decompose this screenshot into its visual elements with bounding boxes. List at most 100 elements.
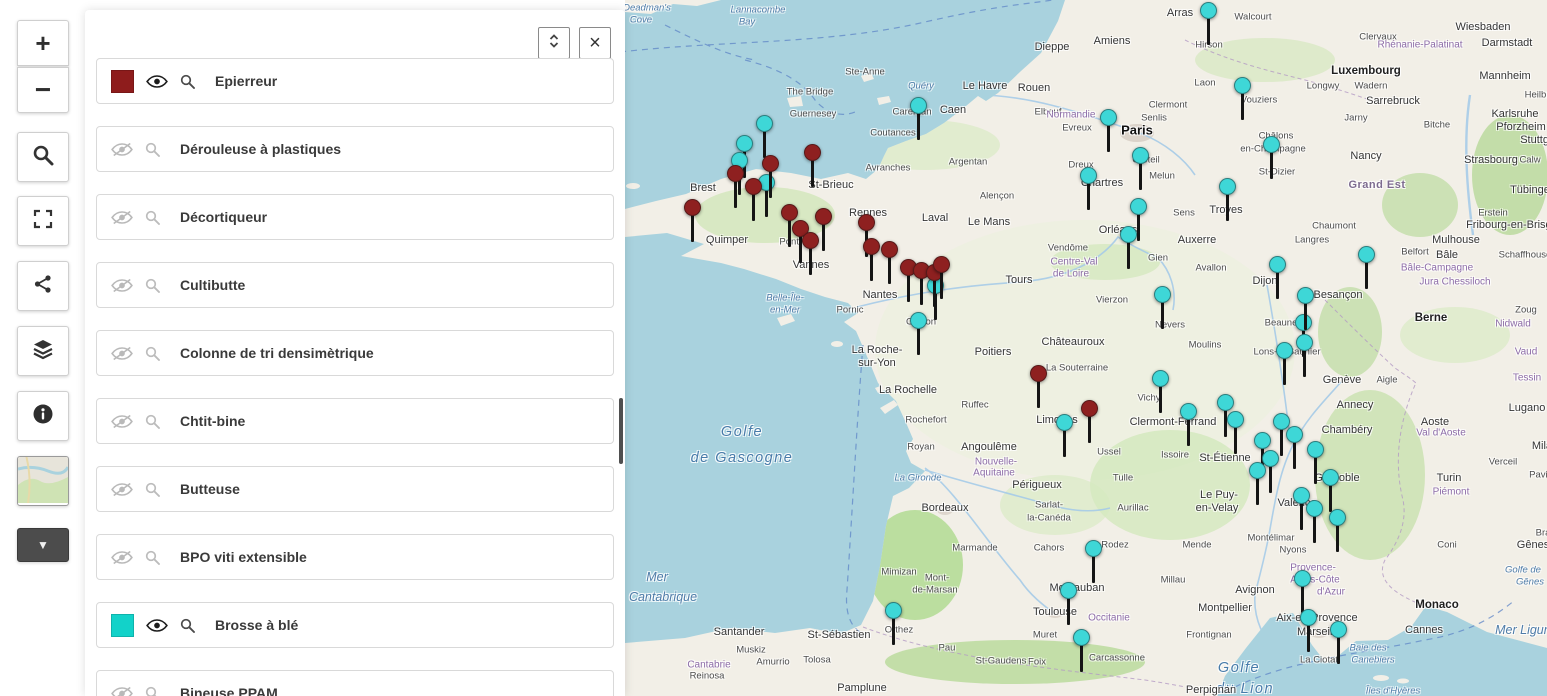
map-marker-cyan[interactable] [1296, 334, 1314, 380]
map-marker-cyan[interactable] [1132, 147, 1150, 193]
zoom-in-button[interactable]: + [17, 20, 69, 66]
marker-head [910, 97, 927, 114]
map-marker-cyan[interactable] [1154, 286, 1172, 332]
magnifier-icon[interactable] [180, 74, 195, 89]
eye-slash-icon[interactable] [111, 142, 133, 157]
marker-head [910, 312, 927, 329]
search-button[interactable] [17, 132, 69, 182]
map-marker-cyan[interactable] [1234, 77, 1252, 123]
marker-head [1263, 136, 1280, 153]
layers-icon [32, 338, 54, 365]
marker-head [1306, 500, 1323, 517]
layer-item: Décortiqueur [96, 194, 614, 240]
map-marker-cyan[interactable] [1358, 246, 1376, 292]
map-marker-cyan[interactable] [1227, 411, 1245, 457]
marker-head [1297, 287, 1314, 304]
map-marker-cyan[interactable] [910, 312, 928, 358]
map-marker-cyan[interactable] [910, 97, 928, 143]
eye-slash-icon[interactable] [111, 210, 133, 225]
share-button[interactable] [17, 261, 69, 311]
eye-slash-icon[interactable] [111, 482, 133, 497]
layer-color-swatch[interactable] [111, 70, 134, 93]
minimap-button[interactable] [17, 456, 69, 506]
eye-slash-icon[interactable] [111, 550, 133, 565]
map-marker-red[interactable] [1030, 365, 1048, 411]
map-marker-red[interactable] [727, 165, 745, 211]
marker-head [1330, 621, 1347, 638]
marker-head [1085, 540, 1102, 557]
map-marker-cyan[interactable] [1329, 509, 1347, 555]
eye-icon[interactable] [146, 74, 168, 89]
zoom-out-button[interactable]: − [17, 67, 69, 113]
map-marker-cyan[interactable] [1297, 287, 1315, 333]
map-marker-red[interactable] [863, 238, 881, 284]
map-marker-red[interactable] [684, 199, 702, 245]
map-marker-cyan[interactable] [1276, 342, 1294, 388]
eye-slash-icon[interactable] [111, 346, 133, 361]
eye-slash-icon[interactable] [111, 278, 133, 293]
layer-label: BPO viti extensible [180, 549, 307, 565]
marker-head [802, 232, 819, 249]
panel-scrollbar[interactable] [619, 398, 623, 464]
map-marker-cyan[interactable] [1249, 462, 1267, 508]
marker-head [1219, 178, 1236, 195]
map-marker-cyan[interactable] [1200, 2, 1218, 48]
map-marker-cyan[interactable] [1080, 167, 1098, 213]
map-marker-cyan[interactable] [1263, 136, 1281, 182]
map-marker-red[interactable] [802, 232, 820, 278]
map-marker-cyan[interactable] [1269, 256, 1287, 302]
map-marker-red[interactable] [762, 155, 780, 201]
eye-icon[interactable] [146, 618, 168, 633]
map-marker-cyan[interactable] [1306, 500, 1324, 546]
magnifier-icon[interactable] [180, 618, 195, 633]
map-marker-red[interactable] [933, 256, 951, 302]
magnifier-icon[interactable] [145, 346, 160, 361]
map-marker-cyan[interactable] [1120, 226, 1138, 272]
map-marker-cyan[interactable] [1085, 540, 1103, 586]
marker-head [781, 204, 798, 221]
map-marker-cyan[interactable] [885, 602, 903, 648]
sort-layers-button[interactable] [538, 27, 570, 59]
collapse-toolbar-button[interactable]: ▼ [17, 528, 69, 562]
magnifier-icon[interactable] [145, 210, 160, 225]
magnifier-icon[interactable] [145, 686, 160, 696]
eye-slash-icon[interactable] [111, 686, 133, 696]
map-canvas[interactable]: ArrasWalcourtClervauxWiesbadenDarmstadtR… [625, 0, 1547, 696]
map-marker-red[interactable] [881, 241, 899, 287]
marker-head [1254, 432, 1271, 449]
map-marker-red[interactable] [745, 178, 763, 224]
marker-head [885, 602, 902, 619]
layers-button[interactable] [17, 326, 69, 376]
map-marker-cyan[interactable] [1060, 582, 1078, 628]
map-marker-cyan[interactable] [1180, 403, 1198, 449]
map-marker-cyan[interactable] [1300, 609, 1318, 655]
map-marker-cyan[interactable] [1100, 109, 1118, 155]
magnifier-icon[interactable] [145, 550, 160, 565]
map-marker-red[interactable] [1081, 400, 1099, 446]
layer-item: Butteuse [96, 466, 614, 512]
marker-head [815, 208, 832, 225]
map-marker-red[interactable] [804, 144, 822, 190]
eye-slash-icon[interactable] [111, 414, 133, 429]
layer-color-swatch[interactable] [111, 614, 134, 637]
magnifier-icon[interactable] [145, 142, 160, 157]
marker-head [1329, 509, 1346, 526]
map-marker-cyan[interactable] [1219, 178, 1237, 224]
map-marker-cyan[interactable] [1286, 426, 1304, 472]
map-marker-cyan[interactable] [1073, 629, 1091, 675]
map-marker-cyan[interactable] [1330, 621, 1348, 667]
layers-panel: × EpierreurDérouleuse à plastiquesDécort… [85, 10, 625, 696]
fullscreen-button[interactable] [17, 196, 69, 246]
marker-head [1180, 403, 1197, 420]
layer-item: BPO viti extensible [96, 534, 614, 580]
map-marker-cyan[interactable] [1152, 370, 1170, 416]
close-panel-button[interactable]: × [579, 27, 611, 59]
map-base-layer [625, 0, 1547, 696]
magnifier-icon[interactable] [145, 414, 160, 429]
info-button[interactable] [17, 391, 69, 441]
magnifier-icon[interactable] [145, 278, 160, 293]
marker-head [1154, 286, 1171, 303]
layer-label: Bineuse PPAM [180, 685, 278, 696]
map-marker-cyan[interactable] [1056, 414, 1074, 460]
magnifier-icon[interactable] [145, 482, 160, 497]
